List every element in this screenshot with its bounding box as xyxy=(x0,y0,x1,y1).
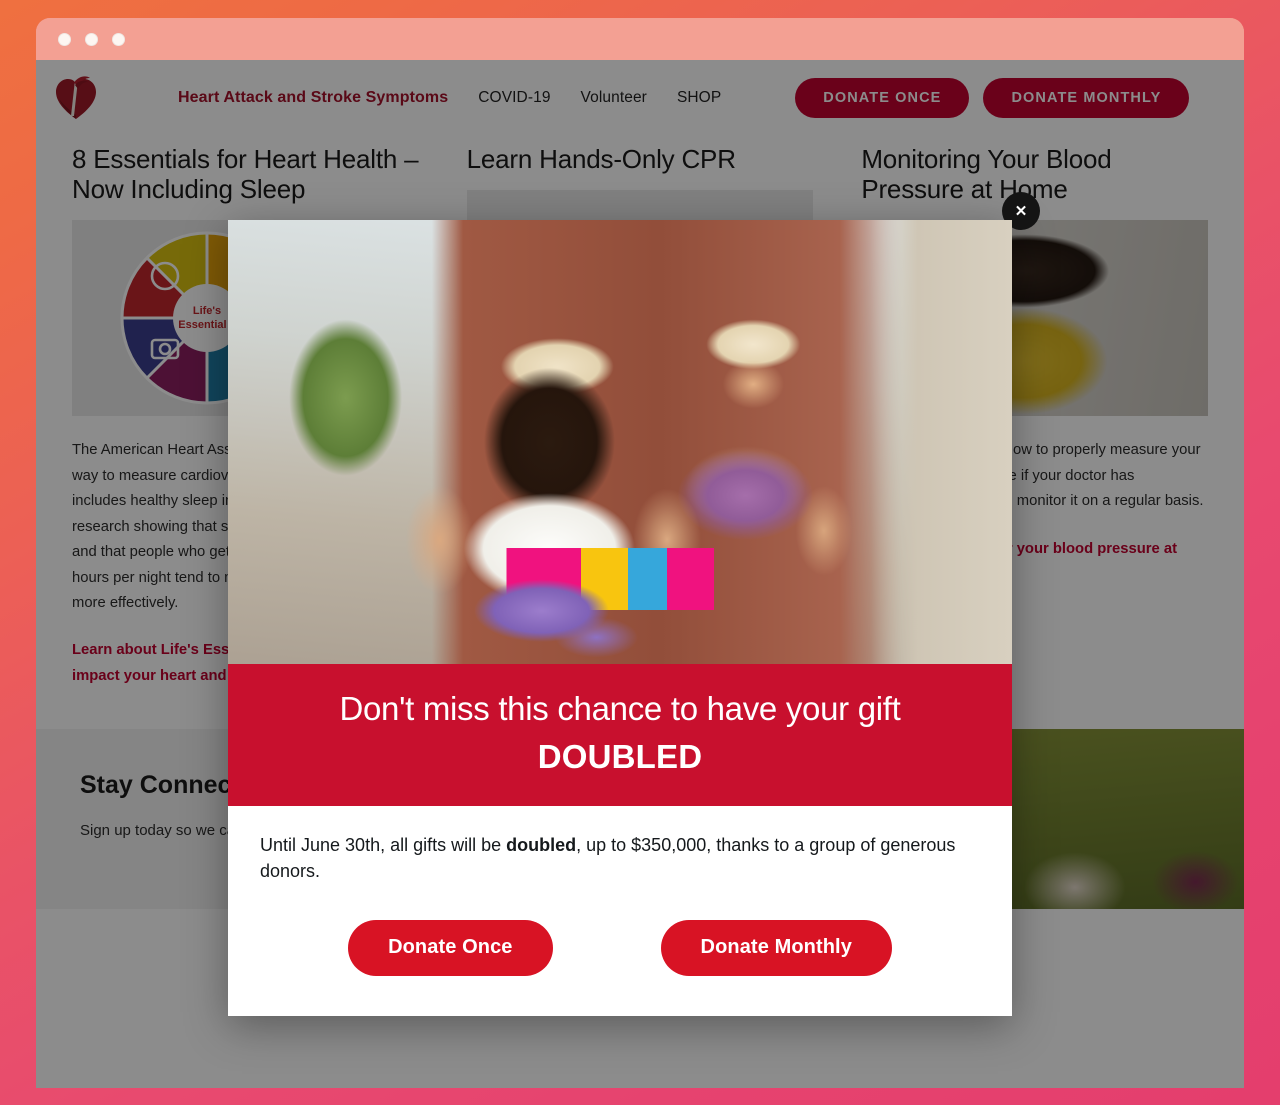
browser-window-mockup: Heart Attack and Stroke Symptoms COVID-1… xyxy=(36,18,1244,1088)
modal-donate-once-button[interactable]: Donate Once xyxy=(348,919,553,976)
gradient-backdrop: Heart Attack and Stroke Symptoms COVID-1… xyxy=(0,0,1280,1105)
modal-donate-monthly-button[interactable]: Donate Monthly xyxy=(660,919,892,976)
window-minimize-dot[interactable] xyxy=(85,32,98,46)
modal-copy-bold: doubled xyxy=(506,834,577,855)
nav-link-shop[interactable]: SHOP xyxy=(677,89,721,107)
window-maximize-dot[interactable] xyxy=(112,32,125,46)
nav-link-volunteer[interactable]: Volunteer xyxy=(581,89,647,107)
browser-titlebar xyxy=(36,18,1244,60)
article-title: Learn Hands-Only CPR xyxy=(466,144,736,174)
american-heart-association-logo[interactable] xyxy=(54,74,98,122)
site-header: Heart Attack and Stroke Symptoms COVID-1… xyxy=(36,60,1244,136)
donation-modal: ✕ Don't miss this chance to have your gi… xyxy=(228,192,1040,1016)
window-close-dot[interactable] xyxy=(58,32,71,46)
header-donate-monthly-button[interactable]: DONATE MONTHLY xyxy=(983,78,1190,118)
article-title: 8 Essentials for Heart Health – Now Incl… xyxy=(72,144,419,205)
svg-text:Life's: Life's xyxy=(193,305,221,317)
modal-copy-before: Until June 30th, all gifts will be xyxy=(260,834,507,855)
modal-body-copy: Until June 30th, all gifts will be doubl… xyxy=(228,806,1012,902)
modal-banner-headline: Don't miss this chance to have your gift xyxy=(339,690,901,727)
nav-link-covid-19[interactable]: COVID-19 xyxy=(478,89,550,107)
header-donate-once-button[interactable]: DONATE ONCE xyxy=(795,78,970,118)
modal-banner-emphasis: DOUBLED xyxy=(537,737,703,775)
smiling-couple-on-bicycles-photo xyxy=(228,220,1012,664)
browser-viewport: Heart Attack and Stroke Symptoms COVID-1… xyxy=(36,60,1244,1088)
article-title: Monitoring Your Blood Pressure at Home xyxy=(861,144,1112,205)
nav-link-heart-attack-and-stroke-symptoms[interactable]: Heart Attack and Stroke Symptoms xyxy=(178,89,448,107)
modal-banner: Don't miss this chance to have your gift… xyxy=(228,664,1012,806)
modal-actions: Donate Once Donate Monthly xyxy=(228,902,1012,1016)
